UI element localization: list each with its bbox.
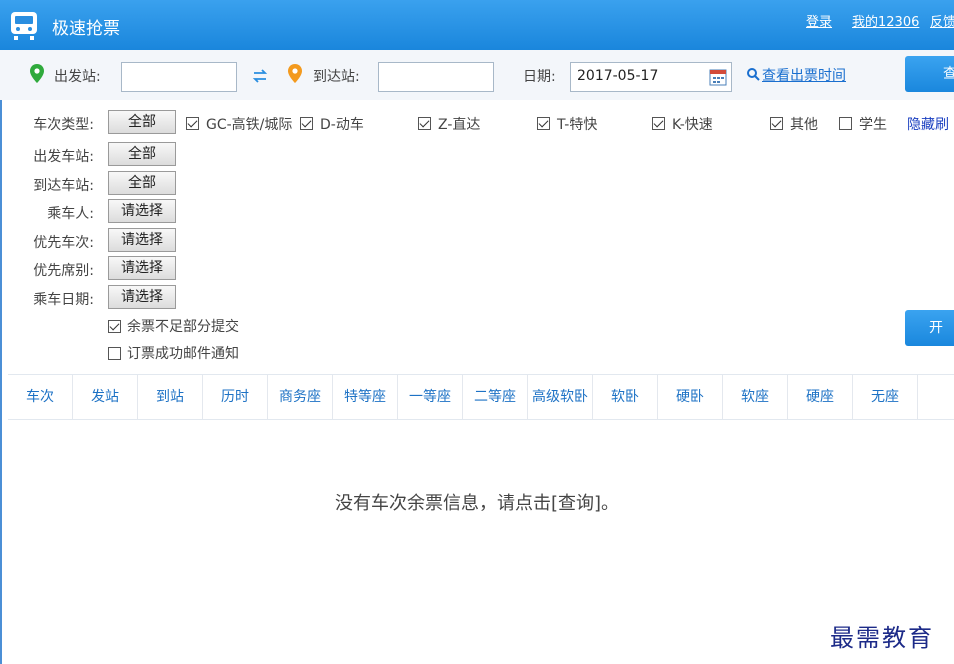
map-pin-icon [288,64,302,87]
column-header[interactable]: 软卧 [593,375,658,419]
train-type-label: T-特快 [557,117,598,133]
train-type-checkbox[interactable] [300,117,313,130]
filter-label: 到达车站: [33,177,94,194]
date-label: 日期: [523,69,556,85]
column-header[interactable]: 硬卧 [658,375,723,419]
partial-submit-label: 余票不足部分提交 [127,319,239,335]
results-table-header: 车次 发站 到站 历时 商务座 特等座 一等座 二等座 高级软卧 软卧 硬卧 软座 硬座 无座 [8,374,954,420]
date-value: 2017-05-17 [577,68,659,84]
query-button[interactable]: 查询 [905,56,954,92]
filter-label: 优先席别: [33,263,94,279]
filter-label: 优先车次: [33,234,94,251]
column-header[interactable]: 历时 [203,375,268,419]
from-station-input[interactable] [121,62,237,92]
date-input[interactable]: 2017-05-17 [570,62,732,92]
empty-message: 没有车次余票信息，请点击[查询]。 [334,493,620,514]
from-label: 出发站: [54,69,101,85]
filter-label: 乘车人: [47,206,94,222]
column-header[interactable]: 高级软卧 [528,375,593,419]
check-ticket-time-link[interactable]: 查看出票时间 [762,65,846,85]
partial-submit-checkbox[interactable] [108,320,121,333]
my12306-link[interactable]: 我的12306 [852,11,919,30]
map-pin-icon [30,64,44,87]
to-station-input[interactable] [378,62,494,92]
email-notify-checkbox[interactable] [108,347,121,360]
column-header[interactable]: 软座 [723,375,788,419]
train-type-checkbox[interactable] [537,117,550,130]
train-icon [10,11,38,41]
magnifier-icon [746,67,760,85]
column-header[interactable]: 一等座 [398,375,463,419]
to-label: 到达站: [313,69,360,85]
train-type-label: Z-直达 [438,117,481,133]
train-type-label: 其他 [790,117,818,133]
column-header[interactable]: 车次 [8,375,73,419]
watermark-text: 最需教育 [830,624,934,652]
filter-label: 乘车日期: [33,291,94,308]
column-header[interactable]: 硬座 [788,375,853,419]
filter-select-button[interactable]: 请选择 [108,199,176,223]
hide-refresh-link[interactable]: 隐藏刷 [907,114,954,134]
filter-select-button[interactable]: 请选择 [108,256,176,280]
train-type-checkbox[interactable] [418,117,431,130]
column-header[interactable]: 二等座 [463,375,528,419]
train-type-checkbox[interactable] [186,117,199,130]
swap-arrows-icon[interactable] [252,68,268,88]
query-button-label: 查询 [943,66,954,82]
column-header[interactable]: 到站 [138,375,203,419]
start-button-label: 开始 [929,320,943,336]
train-type-checkbox[interactable] [770,117,783,130]
start-button[interactable]: 开始 [905,310,954,346]
train-type-all-button[interactable]: 全部 [108,110,176,134]
login-link[interactable]: 登录 [806,11,832,30]
column-header[interactable]: 商务座 [268,375,333,419]
column-header[interactable]: 发站 [73,375,138,419]
filter-label: 出发车站: [33,149,94,165]
app-title: 极速抢票 [52,19,120,39]
train-type-label: D-动车 [320,117,364,133]
train-type-checkbox[interactable] [839,117,852,130]
column-header[interactable]: 特等座 [333,375,398,419]
train-type-label: K-快速 [672,117,713,133]
train-type-label: 学生 [859,117,887,133]
email-notify-label: 订票成功邮件通知 [127,346,239,362]
filter-select-button[interactable]: 全部 [108,170,176,195]
train-type-checkbox[interactable] [652,117,665,130]
train-type-label: 车次类型: [33,117,94,133]
filter-select-button[interactable]: 请选择 [108,284,176,309]
filter-select-button[interactable]: 全部 [108,142,176,166]
feedback-link[interactable]: 反馈 [930,11,954,30]
train-type-label: GC-高铁/城际 [206,117,293,133]
calendar-icon[interactable] [709,68,727,90]
column-header[interactable]: 无座 [853,375,918,419]
filter-select-button[interactable]: 请选择 [108,227,176,252]
window-border [0,100,2,664]
